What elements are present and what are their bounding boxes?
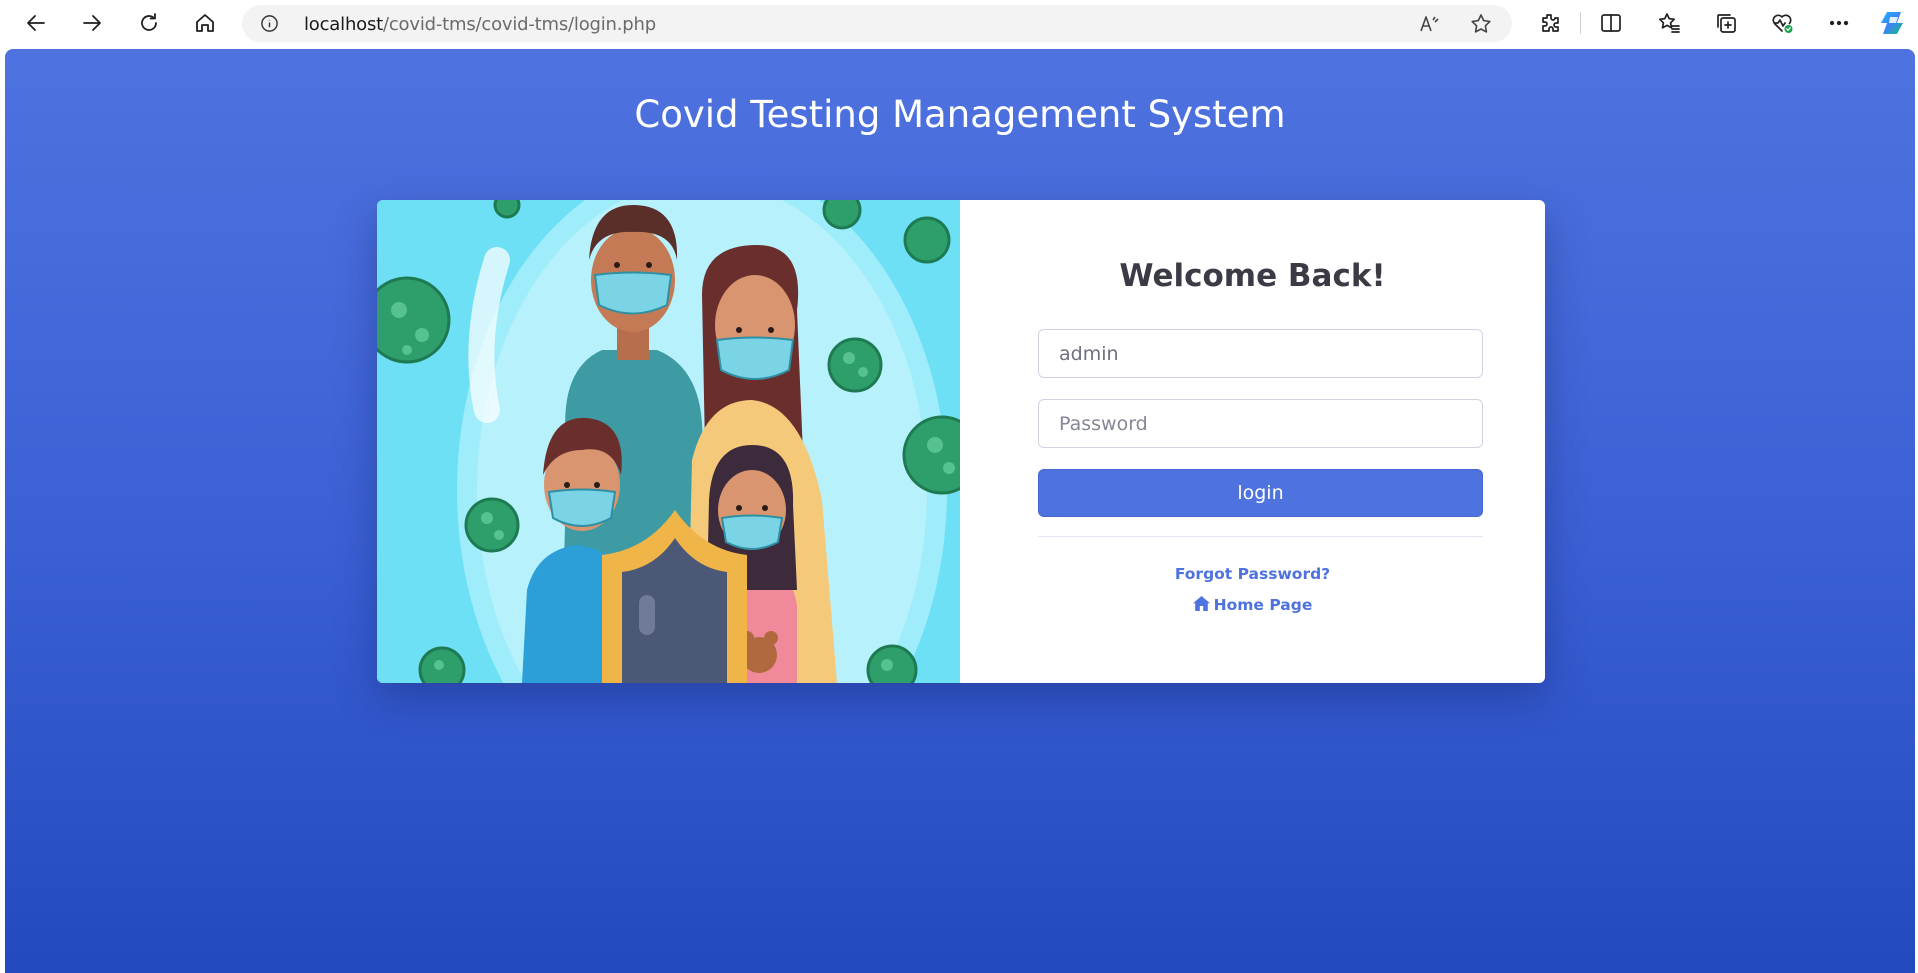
browser-toolbar: localhost/covid-tms/covid-tms/login.php xyxy=(0,0,1918,46)
split-screen-icon[interactable] xyxy=(1597,9,1625,37)
url-text[interactable]: localhost/covid-tms/covid-tms/login.php xyxy=(304,14,656,35)
back-button[interactable] xyxy=(18,5,54,41)
home-icon xyxy=(1192,596,1210,611)
home-page-row: Home Page xyxy=(960,596,1545,614)
login-card: Welcome Back! login Forgot Password? Hom… xyxy=(377,200,1545,683)
info-icon[interactable] xyxy=(260,14,279,33)
login-button[interactable]: login xyxy=(1038,469,1483,517)
forward-icon xyxy=(83,15,101,31)
page-viewport: Covid Testing Management System Welcome … xyxy=(5,49,1915,973)
refresh-button[interactable] xyxy=(131,5,167,41)
password-input[interactable] xyxy=(1038,399,1483,448)
home-page-link[interactable]: Home Page xyxy=(1192,596,1313,614)
read-aloud-icon[interactable] xyxy=(1418,12,1442,36)
url-host: localhost xyxy=(304,14,383,35)
favorites-icon[interactable] xyxy=(1655,9,1683,37)
form-divider xyxy=(1038,536,1483,537)
url-path: /covid-tms/covid-tms/login.php xyxy=(383,14,656,35)
extensions-icon[interactable] xyxy=(1536,9,1564,37)
favorite-star-icon[interactable] xyxy=(1469,12,1493,36)
copilot-icon[interactable] xyxy=(1879,9,1907,37)
home-page-label: Home Page xyxy=(1213,596,1313,614)
home-button[interactable] xyxy=(187,5,223,41)
address-bar[interactable]: localhost/covid-tms/covid-tms/login.php xyxy=(242,5,1512,42)
forgot-password-row: Forgot Password? xyxy=(960,565,1545,583)
toolbar-separator xyxy=(1580,12,1581,34)
site-title: Covid Testing Management System xyxy=(634,93,1286,136)
username-input[interactable] xyxy=(1038,329,1483,378)
forgot-password-link[interactable]: Forgot Password? xyxy=(1175,565,1330,583)
welcome-heading: Welcome Back! xyxy=(1119,258,1386,294)
browser-essentials-icon[interactable] xyxy=(1768,9,1796,37)
refresh-icon xyxy=(141,13,157,31)
back-icon xyxy=(27,15,45,31)
more-icon[interactable] xyxy=(1825,9,1853,37)
collections-icon[interactable] xyxy=(1712,9,1740,37)
home-icon xyxy=(196,14,214,32)
family-mask-illustration xyxy=(377,200,960,683)
forward-button[interactable] xyxy=(74,5,110,41)
login-form: Welcome Back! login Forgot Password? Hom… xyxy=(960,200,1545,683)
